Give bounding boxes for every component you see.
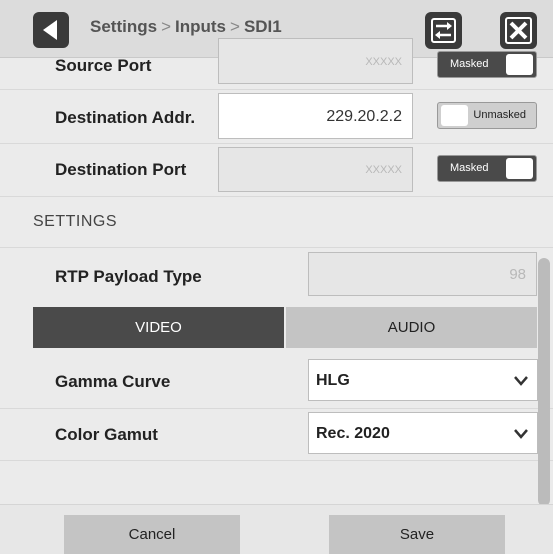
breadcrumb-settings[interactable]: Settings: [90, 17, 157, 36]
gamma-curve-value: HLG: [316, 372, 350, 389]
toggle-label: Unmasked: [473, 109, 526, 121]
breadcrumb: Settings > Inputs > SDI1: [90, 17, 282, 37]
save-button[interactable]: Save: [329, 515, 505, 554]
color-gamut-row: Color Gamut Rec. 2020: [0, 409, 553, 461]
rtp-payload-label: RTP Payload Type: [55, 267, 202, 286]
source-port-mask-toggle[interactable]: Masked: [437, 51, 537, 78]
gamma-curve-select[interactable]: HLG: [308, 359, 538, 401]
source-port-field[interactable]: XXXXX: [218, 38, 413, 84]
breadcrumb-separator: >: [230, 17, 240, 36]
rtp-payload-row: RTP Payload Type 98: [0, 248, 553, 301]
tab-video[interactable]: VIDEO: [33, 307, 284, 348]
footer-bar: Cancel Save: [0, 504, 553, 554]
gamma-curve-label: Gamma Curve: [55, 372, 171, 391]
tab-audio[interactable]: AUDIO: [286, 307, 537, 348]
gamma-curve-row: Gamma Curve HLG: [0, 354, 553, 409]
settings-section-title: SETTINGS: [33, 213, 118, 230]
source-port-label: Source Port: [55, 56, 152, 75]
destination-addr-input[interactable]: 229.20.2.2: [218, 93, 413, 139]
destination-addr-mask-toggle[interactable]: Unmasked: [437, 102, 537, 129]
destination-addr-row: Destination Addr. 229.20.2.2 Unmasked: [0, 90, 553, 144]
toggle-label: Masked: [450, 162, 489, 174]
rtp-payload-field[interactable]: 98: [308, 252, 537, 296]
breadcrumb-inputs[interactable]: Inputs: [175, 17, 226, 36]
destination-addr-label: Destination Addr.: [55, 108, 196, 127]
toggle-label: Masked: [450, 58, 489, 70]
color-gamut-label: Color Gamut: [55, 425, 158, 444]
toggle-knob: [441, 105, 468, 126]
source-port-row: Source Port XXXXX Masked: [0, 38, 553, 90]
destination-port-mask-toggle[interactable]: Masked: [437, 155, 537, 182]
color-gamut-select[interactable]: Rec. 2020: [308, 412, 538, 454]
cancel-button[interactable]: Cancel: [64, 515, 240, 554]
breadcrumb-separator: >: [161, 17, 171, 36]
destination-port-row: Destination Port XXXXX Masked: [0, 144, 553, 197]
destination-port-field[interactable]: XXXXX: [218, 147, 413, 192]
chevron-down-icon: [514, 429, 528, 439]
toggle-knob: [506, 54, 533, 75]
scrollbar[interactable]: [538, 258, 550, 506]
color-gamut-value: Rec. 2020: [316, 425, 390, 442]
toggle-knob: [506, 158, 533, 179]
destination-port-label: Destination Port: [55, 160, 187, 179]
breadcrumb-sdi1: SDI1: [243, 17, 282, 36]
chevron-down-icon: [514, 376, 528, 386]
